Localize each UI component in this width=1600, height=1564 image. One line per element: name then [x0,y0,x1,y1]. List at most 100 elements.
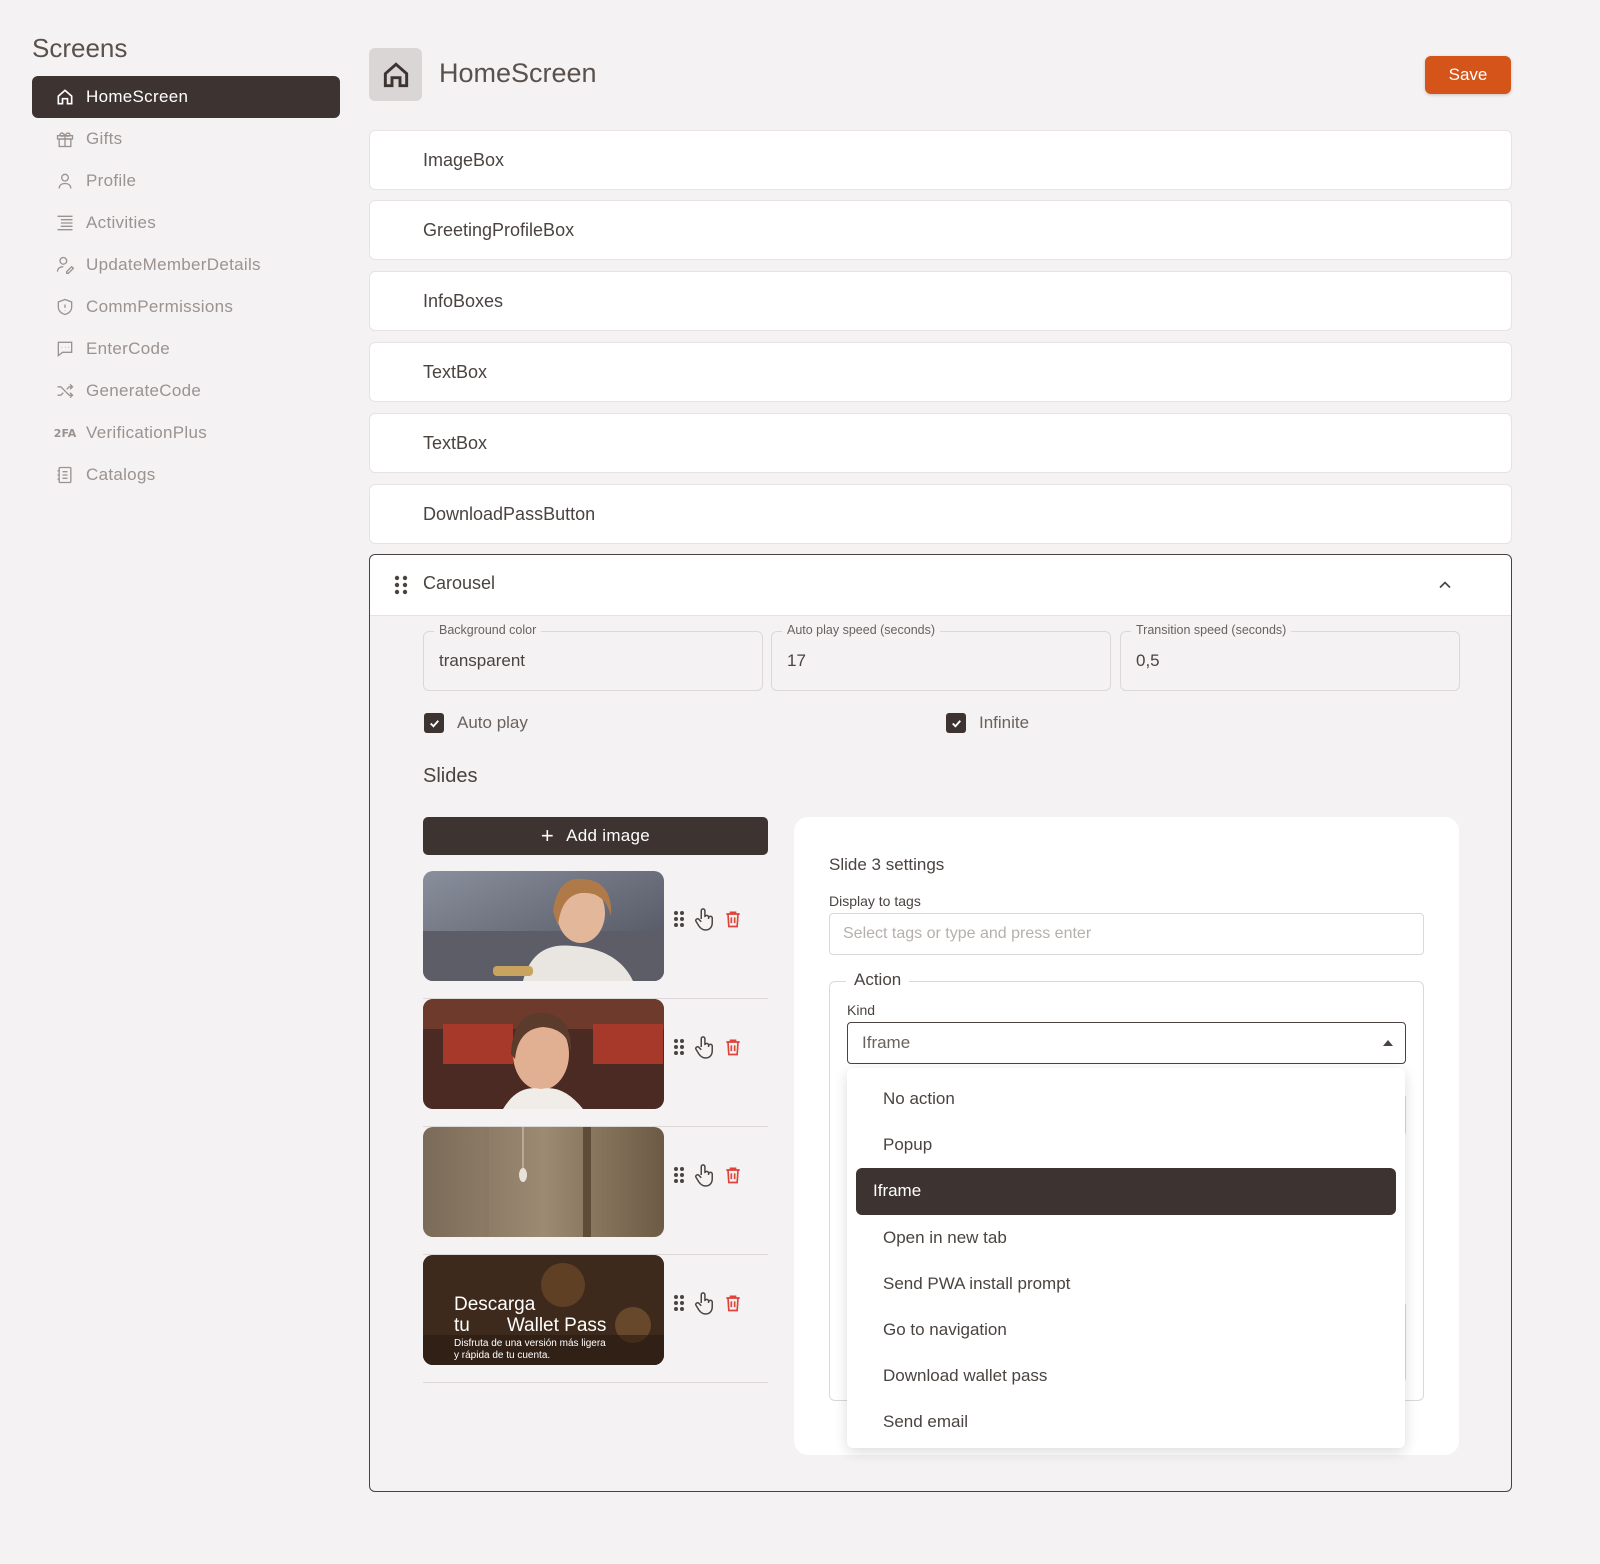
slide-row[interactable] [423,999,768,1127]
slide-text-word: tu [454,1315,470,1336]
component-card-greetingprofilebox[interactable]: GreetingProfileBox [369,200,1512,260]
dropdown-option-no-action[interactable]: No action [856,1076,1396,1122]
2fa-icon: 2FA [53,426,77,440]
sidebar-item-gifts[interactable]: Gifts [32,118,340,160]
shield-icon [54,296,76,318]
slide-thumbnail[interactable] [423,871,664,981]
home-icon [54,86,76,108]
caret-up-icon [1383,1040,1393,1046]
page-title: HomeScreen [439,58,597,88]
slide-thumbnail[interactable] [423,1127,664,1237]
dropdown-option-send-email[interactable]: Send email [856,1399,1396,1445]
pointer-icon[interactable] [693,1163,715,1192]
slide-row[interactable] [423,871,768,999]
sidebar-item-activities[interactable]: Activities [32,202,340,244]
plus-icon: + [540,823,555,848]
carousel-header[interactable]: Carousel [370,555,1511,616]
slide-row[interactable]: Descarga tu Wallet Pass Disfruta de una … [423,1255,768,1383]
chevron-up-icon[interactable] [1435,575,1455,600]
kind-select[interactable]: Iframe [847,1022,1406,1064]
field-value: 17 [787,651,806,670]
drag-handle-icon[interactable] [394,575,408,600]
field-label: Auto play speed (seconds) [782,623,941,637]
sidebar-title: Screens [32,33,128,63]
slide-row[interactable] [423,1127,768,1255]
slide-text-line: Disfruta de una versión más ligera [454,1338,606,1349]
slide-thumbnail[interactable]: Descarga tu Wallet Pass Disfruta de una … [423,1255,664,1365]
drag-handle-icon[interactable] [673,1038,685,1061]
save-button[interactable]: Save [1425,56,1511,94]
slide-text: Descarga tu Wallet Pass Disfruta de una … [454,1294,606,1362]
field-label: Transition speed (seconds) [1131,623,1292,637]
action-legend: Action [846,970,910,990]
pointer-icon[interactable] [693,907,715,936]
user-edit-icon [54,254,76,276]
trash-icon[interactable] [723,1292,743,1319]
dropdown-option-download-wallet-pass[interactable]: Download wallet pass [856,1353,1396,1399]
component-card-imagebox[interactable]: ImageBox [369,130,1512,190]
tags-label: Display to tags [829,893,921,909]
trash-icon[interactable] [723,1036,743,1063]
slide-text-line: y rápida de tu cuenta. [454,1350,551,1361]
list-icon [54,212,76,234]
transition-speed-field[interactable]: Transition speed (seconds) 0,5 [1120,623,1460,691]
slide-actions [673,1035,743,1064]
slide-thumbnail[interactable] [423,999,664,1109]
sidebar-item-label: CommPermissions [86,297,234,316]
sidebar-item-updatememberdetails[interactable]: UpdateMemberDetails [32,244,340,286]
slide-actions [673,907,743,936]
pointer-icon[interactable] [693,1035,715,1064]
component-card-textbox[interactable]: TextBox [369,342,1512,402]
dropdown-option-go-to-navigation[interactable]: Go to navigation [856,1307,1396,1353]
sidebar-item-entercode[interactable]: EnterCode [32,328,340,370]
sidebar-item-verificationplus[interactable]: 2FA VerificationPlus [32,412,340,454]
sidebar-item-label: HomeScreen [86,87,189,106]
tags-input[interactable]: Select tags or type and press enter [829,913,1424,955]
slide-text-word: Wallet Pass [506,1315,607,1336]
dropdown-option-send-pwa-install-prompt[interactable]: Send PWA install prompt [856,1261,1396,1307]
slide-text-line: Descarga [454,1294,536,1315]
sidebar-item-label: VerificationPlus [86,423,208,442]
sidebar-item-homescreen[interactable]: HomeScreen [32,76,340,118]
sidebar-item-catalogs[interactable]: Catalogs [32,454,340,496]
component-card-infoboxes[interactable]: InfoBoxes [369,271,1512,331]
gift-icon [54,128,76,150]
message-icon [54,338,76,360]
background-color-field[interactable]: Background color transparent [423,623,763,691]
checkbox-label: Infinite [979,713,1030,732]
slide-settings-title: Slide 3 settings [829,855,945,874]
sidebar-item-profile[interactable]: Profile [32,160,340,202]
sidebar-item-label: Catalogs [86,465,156,484]
sidebar-item-label: Gifts [86,129,123,148]
pointer-icon[interactable] [693,1291,715,1320]
drag-handle-icon[interactable] [673,910,685,933]
sidebar-item-generatecode[interactable]: GenerateCode [32,370,340,412]
trash-icon[interactable] [723,1164,743,1191]
sidebar-item-label: Activities [86,213,157,232]
add-image-label: Add image [566,826,651,845]
auto-play-speed-field[interactable]: Auto play speed (seconds) 17 [771,623,1111,691]
component-card-downloadpassbutton[interactable]: DownloadPassButton [369,484,1512,544]
auto-play-checkbox[interactable]: Auto play [424,713,528,733]
sidebar-item-label: GenerateCode [86,381,202,400]
slide-actions [673,1291,743,1320]
component-card-textbox[interactable]: TextBox [369,413,1512,473]
add-image-button[interactable]: + Add image [423,817,768,855]
dropdown-option-popup[interactable]: Popup [856,1122,1396,1168]
user-icon [54,170,76,192]
dropdown-option-iframe[interactable]: Iframe [856,1168,1396,1215]
slide-text-line: tu Wallet Pass [454,1315,606,1336]
page-header: HomeScreen Save [369,48,1511,102]
catalog-icon [54,464,76,486]
sidebar-item-commpermissions[interactable]: CommPermissions [32,286,340,328]
sidebar: Screens HomeScreen Gifts Profile Activit… [32,32,340,496]
kind-label: Kind [847,1002,876,1018]
drag-handle-icon[interactable] [673,1294,685,1317]
drag-handle-icon[interactable] [673,1166,685,1189]
dropdown-option-open-in-new-tab[interactable]: Open in new tab [856,1215,1396,1261]
kind-value: Iframe [862,1033,911,1052]
infinite-checkbox[interactable]: Infinite [946,713,1029,733]
trash-icon[interactable] [723,908,743,935]
sidebar-item-label: Profile [86,171,137,190]
field-label: Background color [434,623,542,637]
